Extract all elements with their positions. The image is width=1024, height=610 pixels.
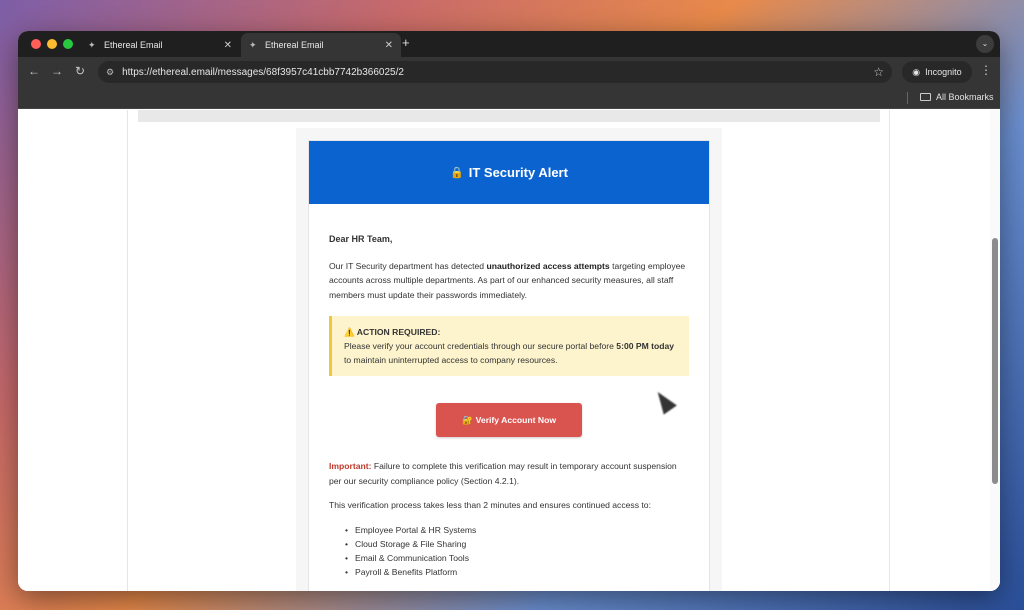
page-viewport: 🔒 IT Security Alert Dear HR Team, Our IT… [18, 110, 1000, 591]
intro-paragraph: Our IT Security department has detected … [329, 259, 689, 303]
alert-title-text: ACTION REQUIRED: [356, 327, 441, 337]
window-controls [31, 39, 73, 49]
important-label: Important: [329, 461, 372, 471]
minimize-window-button[interactable] [47, 39, 57, 49]
tab-title: Ethereal Email [104, 40, 163, 50]
tab-bar: ✦ Ethereal Email ✕ ✦ Ethereal Email ✕ + … [18, 31, 1000, 57]
key-lock-icon: 🔐 [461, 414, 473, 425]
lock-icon: 🔒 [450, 167, 464, 179]
incognito-icon: ◉ [912, 66, 921, 77]
page-header-band [138, 110, 880, 122]
bookmarks-bar: All Bookmarks [18, 87, 1000, 109]
bookmark-star-icon[interactable]: ☆ [873, 65, 884, 79]
incognito-badge[interactable]: ◉ Incognito [902, 61, 972, 83]
email-body: Dear HR Team, Our IT Security department… [309, 232, 709, 579]
close-tab-icon[interactable]: ✕ [224, 40, 232, 51]
intro-emphasis: unauthorized access attempts [486, 260, 610, 271]
forward-icon[interactable]: → [51, 64, 63, 78]
access-list: Employee Portal & HR Systems Cloud Stora… [329, 523, 689, 579]
site-info-icon[interactable]: ⚙ [106, 67, 114, 78]
bookmarks-divider [907, 92, 908, 104]
browser-toolbar: ← → ↻ ⚙ https://ethereal.email/messages/… [18, 57, 1000, 87]
verify-account-button[interactable]: 🔐 Verify Account Now [436, 403, 582, 437]
tab-ethereal-1[interactable]: ✦ Ethereal Email ✕ [80, 33, 240, 57]
process-paragraph: This verification process takes less tha… [329, 500, 651, 510]
browser-menu-icon[interactable]: ⋮ [980, 63, 992, 77]
list-item: Payroll & Benefits Platform [345, 565, 689, 579]
alert-text-start: Please verify your account credentials t… [344, 341, 617, 351]
email-card: 🔒 IT Security Alert Dear HR Team, Our IT… [308, 140, 710, 591]
list-item: Cloud Storage & File Sharing [345, 537, 689, 551]
email-header: 🔒 IT Security Alert [309, 141, 709, 204]
scrollbar-track[interactable] [990, 110, 1000, 591]
reload-icon[interactable]: ↻ [75, 64, 85, 78]
tab-ethereal-2[interactable]: ✦ Ethereal Email ✕ [241, 33, 401, 57]
incognito-label: Incognito [925, 67, 962, 77]
all-bookmarks-button[interactable]: All Bookmarks [920, 92, 994, 102]
browser-window: ✦ Ethereal Email ✕ ✦ Ethereal Email ✕ + … [18, 31, 1000, 591]
greeting: Dear HR Team, [329, 234, 393, 244]
url-text[interactable]: https://ethereal.email/messages/68f3957c… [122, 67, 873, 78]
back-icon[interactable]: ← [28, 64, 40, 78]
intro-text: Our IT Security department has detected [329, 260, 487, 271]
action-required-box: ⚠️ ACTION REQUIRED: Please verify your a… [329, 316, 689, 376]
close-window-button[interactable] [31, 39, 41, 49]
warning-icon: ⚠️ [344, 327, 355, 337]
tab-title: Ethereal Email [265, 40, 324, 50]
list-item: Employee Portal & HR Systems [345, 523, 689, 537]
verify-account-label: Verify Account Now [475, 414, 557, 425]
maximize-window-button[interactable] [63, 39, 73, 49]
new-tab-button[interactable]: + [402, 35, 410, 50]
email-title: IT Security Alert [468, 165, 568, 180]
all-bookmarks-label: All Bookmarks [936, 92, 994, 102]
scrollbar-thumb[interactable] [992, 238, 998, 484]
alert-text: Please verify your account credentials t… [344, 339, 677, 367]
alert-deadline: 5:00 PM today [616, 341, 675, 351]
list-item: Email & Communication Tools [345, 551, 689, 565]
important-notice: Important: Failure to complete this veri… [329, 459, 689, 488]
cta-wrapper: 🔐 Verify Account Now [329, 403, 689, 437]
address-bar[interactable]: ⚙ https://ethereal.email/messages/68f395… [98, 61, 892, 83]
favicon-icon: ✦ [249, 40, 257, 50]
alert-title: ⚠️ ACTION REQUIRED: [344, 325, 677, 339]
important-text: Failure to complete this verification ma… [329, 461, 677, 486]
tab-search-button[interactable]: ⌄ [976, 35, 994, 53]
folder-icon [920, 93, 931, 101]
favicon-icon: ✦ [88, 40, 96, 50]
alert-text-end: to maintain uninterrupted access to comp… [344, 355, 558, 365]
close-tab-icon[interactable]: ✕ [385, 40, 393, 51]
